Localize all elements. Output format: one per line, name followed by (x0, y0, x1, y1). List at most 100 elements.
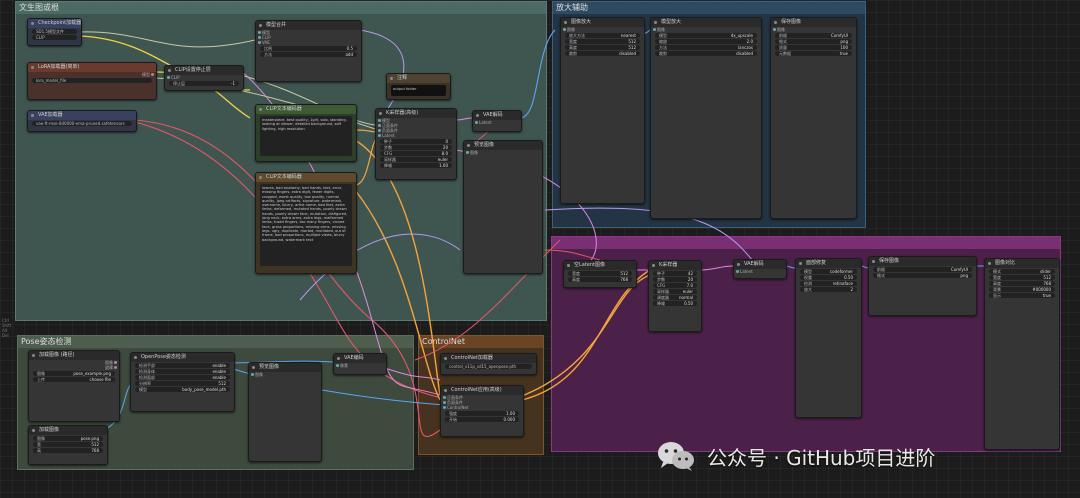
node-widget[interactable]: 采样器 euler (380, 157, 452, 162)
node-widget[interactable]: 强度 1.00 (445, 411, 519, 416)
input-slot[interactable]: Latent (473, 120, 521, 125)
node-title[interactable]: 面部修复 (796, 259, 861, 268)
node-title[interactable]: 图像放大 (561, 18, 644, 27)
image-compare-node[interactable]: 图像对比 模式 slider 宽度 512 高度 768 背景 #000000 显示 tr… (984, 258, 1060, 450)
node-widget[interactable]: 采样器 euler (653, 289, 697, 294)
node-widget[interactable]: CLIP (32, 35, 77, 40)
node-title[interactable]: ControlNet加载器 (441, 354, 536, 363)
save-image-node[interactable]: 保存图像 图像 前缀 ComfyUI 格式 png 质量 100 元数据 true (770, 17, 857, 219)
controlnet-apply-node[interactable]: ControlNet应用(高级) 正面条件 负面条件 ControlNet 强度… (440, 385, 524, 437)
node-widget[interactable]: 方法 lanczos (655, 45, 757, 50)
node-widget[interactable]: 步数 20 (653, 277, 697, 282)
node-widget[interactable]: 模型 body_pose_model.pth (135, 387, 230, 392)
node-widget[interactable]: 上传 choose file (33, 377, 115, 382)
node-widget[interactable]: 开始 0.000 (445, 417, 519, 422)
node-widget[interactable]: 宽度 512 (568, 271, 632, 276)
node-widget[interactable]: 宽度 512 (989, 275, 1055, 280)
node-title[interactable]: LoRA加载器(简单) (28, 63, 156, 72)
node-title[interactable]: 预览图像 (249, 363, 321, 372)
input-slot[interactable]: Latent (734, 269, 786, 274)
preview-image-node[interactable]: 预览图像 图像 (463, 140, 543, 274)
node-widget[interactable]: 高度 512 (565, 45, 640, 50)
node-widget[interactable]: 降噪 0.50 (653, 301, 697, 306)
node-widget[interactable]: 种子 0 (380, 139, 452, 144)
lora-loader-node[interactable]: LoRA加载器(简单) 模型 lora_model_file (27, 62, 157, 100)
node-title[interactable]: VAE解码 (734, 260, 786, 269)
node-widget[interactable]: 种子 42 (653, 271, 697, 276)
node-widget[interactable]: 分辨率 512 (135, 381, 230, 386)
node-title[interactable]: 空Latent图像 (564, 261, 636, 270)
input-slot[interactable]: 图像 (249, 372, 321, 377)
node-title[interactable]: 模型合并 (256, 21, 361, 30)
output-slot[interactable]: 模型 (28, 72, 156, 77)
node-title[interactable]: 注释 (387, 74, 450, 83)
face-restore-node[interactable]: 面部修复 模型 codeformer 权重 0.50 检测 retinaface 放大… (795, 258, 862, 418)
pose-preview-node[interactable]: 预览图像 图像 (248, 362, 322, 462)
model-merge-node[interactable]: 模型合并 模型 CLIP VAE 比例 0.5 方法 add (255, 20, 362, 82)
node-title[interactable]: ControlNet应用(高级) (441, 386, 523, 395)
input-slot[interactable]: CLIP (165, 75, 243, 80)
node-widget[interactable]: CFG 7.0 (653, 283, 697, 288)
node-widget[interactable]: 步数 20 (380, 145, 452, 150)
node-title[interactable]: K采样器 (649, 261, 701, 270)
ksampler-node[interactable]: K采样器(高级) 模型 正面条件 负面条件 Latent 种子 0 步数 20 CF… (375, 108, 457, 180)
node-widget[interactable]: SD1.5模型文件 (32, 29, 77, 34)
input-slot[interactable]: ControlNet (441, 405, 523, 410)
input-slot[interactable]: 图像 (561, 27, 644, 32)
node-title[interactable]: 图像对比 (985, 259, 1059, 268)
node-widget[interactable]: 宽 512 (33, 442, 103, 447)
vae-decode-node[interactable]: VAE解码 Latent (472, 110, 522, 132)
node-widget[interactable]: 前缀 ComfyUI (775, 33, 852, 38)
node-widget[interactable]: 元数据 true (775, 51, 852, 56)
input-slot[interactable]: 图像 (464, 150, 542, 155)
node-title[interactable]: VAE解码 (473, 111, 521, 120)
node-widget[interactable]: 检测 retinaface (800, 281, 857, 286)
vae-loader-node[interactable]: VAE加载器 vae-ft-mse-840000-ema-pruned.safe… (27, 110, 137, 132)
node-widget[interactable]: lora_model_file (32, 78, 152, 83)
node-title[interactable]: Checkpoint加载器 (28, 19, 81, 28)
node-widget[interactable]: 模型 4x_upscale (655, 33, 757, 38)
pose-vae-node[interactable]: VAE编码 像素 (333, 353, 387, 375)
node-title[interactable]: CLIP文本编码器 (256, 173, 356, 182)
node-title[interactable]: 保存图像 (869, 257, 976, 266)
node-widget[interactable]: 检测面部 enable (135, 375, 230, 380)
node-widget[interactable]: 背景 #000000 (989, 287, 1055, 292)
vae-decode2-node[interactable]: VAE解码 Latent (733, 259, 787, 279)
node-widget[interactable]: 高度 768 (989, 281, 1055, 286)
input-slot[interactable]: 图像 (651, 27, 761, 32)
node-title[interactable]: VAE编码 (334, 354, 386, 363)
node-title[interactable]: VAE加载器 (28, 111, 136, 120)
node-widget[interactable]: 高度 768 (568, 277, 632, 282)
openpose-node[interactable]: OpenPose姿态检测 检测手部 enable 检测身体 enable 检测面部 e… (130, 352, 235, 412)
node-widget[interactable]: control_v11p_sd15_openpose.pth (445, 364, 532, 369)
node-widget[interactable]: 调度器 normal (653, 295, 697, 300)
node-title[interactable]: 保存图像 (771, 18, 856, 27)
note-text[interactable]: output folder (391, 85, 446, 96)
node-widget[interactable]: 权重 0.50 (800, 275, 857, 280)
node-widget[interactable]: 裁剪 disabled (565, 51, 640, 56)
checkpoint-loader-node[interactable]: Checkpoint加载器 SD1.5模型文件 CLIP (27, 18, 82, 46)
ksampler2-node[interactable]: K采样器 种子 42 步数 20 CFG 7.0 采样器 euler 调度器 normal… (648, 260, 702, 332)
node-widget[interactable]: 格式 png (775, 39, 852, 44)
upscale-node-2[interactable]: 模型放大 图像 模型 4x_upscale 缩放 2.0 方法 lanczos 裁剪 d… (650, 17, 762, 219)
node-title[interactable]: OpenPose姿态检测 (131, 353, 234, 362)
node-title[interactable]: 加载图像 (路径) (29, 351, 119, 360)
node-widget[interactable]: 缩放 2.0 (655, 39, 757, 44)
input-slot[interactable]: 图像 (771, 27, 856, 32)
node-widget[interactable]: 质量 100 (775, 45, 852, 50)
prompt-text[interactable]: masterpiece, best quality, 1girl, solo, … (260, 116, 352, 156)
node-title[interactable]: 加载图像 (29, 426, 107, 435)
node-widget[interactable]: 格式 png (873, 273, 972, 278)
controlnet-loader-node[interactable]: ControlNet加载器 control_v11p_sd15_openpose… (440, 353, 537, 375)
node-title[interactable]: K采样器(高级) (376, 109, 456, 118)
output-slot[interactable]: 遮罩 (29, 365, 119, 370)
node-widget[interactable]: 放大方法 nearest (565, 33, 640, 38)
save-image2-node[interactable]: 保存图像 前缀 ComfyUI 格式 png (868, 256, 977, 316)
node-widget[interactable]: 比例 0.5 (260, 46, 357, 51)
node-widget[interactable]: 检测身体 enable (135, 369, 230, 374)
node-widget[interactable]: 前缀 ComfyUI (873, 267, 972, 272)
pose-load-node[interactable]: 加载图像 图像 pose.png 宽 512 高 768 (28, 425, 108, 465)
node-title[interactable]: CLIP文本编码器 (256, 105, 356, 114)
input-slot[interactable]: VAE (256, 40, 361, 45)
upscale-node-1[interactable]: 图像放大 图像 放大方法 nearest 宽度 512 高度 512 裁剪 disabl… (560, 17, 645, 204)
